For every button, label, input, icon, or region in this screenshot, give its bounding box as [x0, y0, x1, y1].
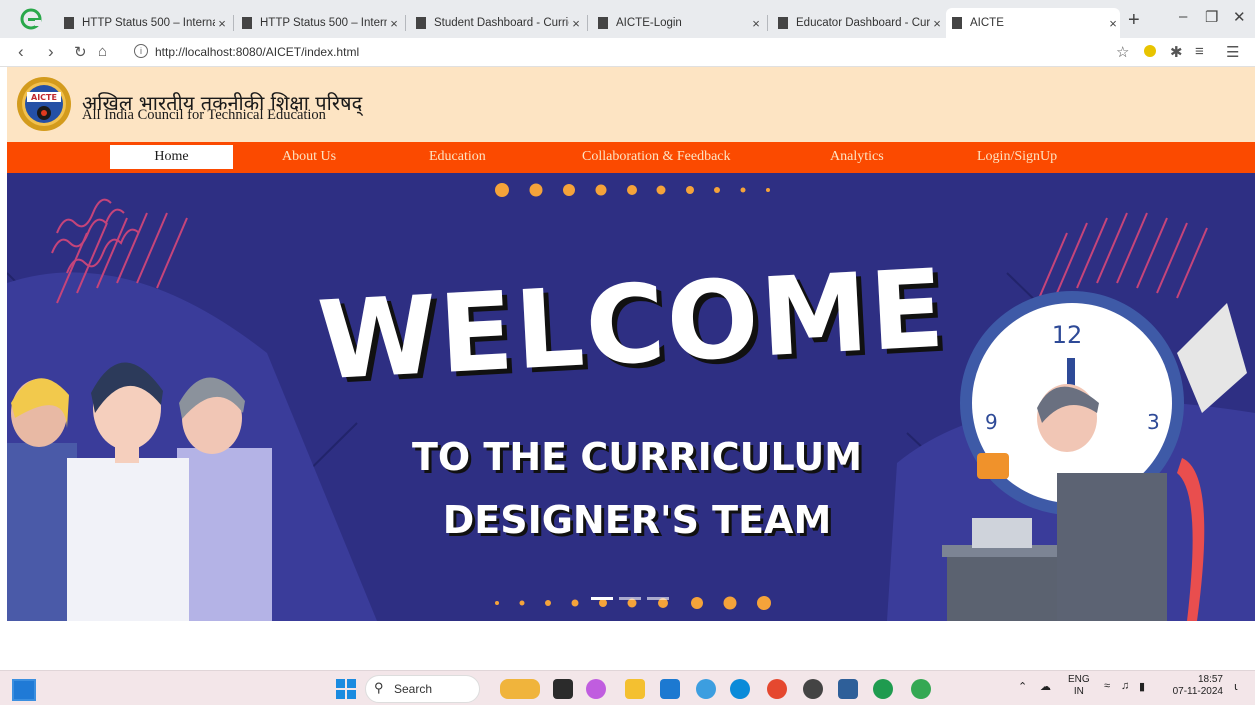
carousel-indicator-1	[591, 597, 613, 600]
close-tab-icon[interactable]: ×	[1106, 16, 1120, 31]
browser-tab-5[interactable]: Educator Dashboard - Curri ×	[772, 8, 944, 38]
volume-icon[interactable]: ♫	[1121, 680, 1129, 692]
document-icon	[64, 17, 74, 29]
site-header: AICTE अखिल भारतीय तकनीकी शिक्षा परिषद् A…	[7, 67, 1255, 142]
document-icon	[598, 17, 608, 29]
start-icon[interactable]	[336, 679, 356, 699]
taskbar-app-weather[interactable]	[500, 679, 540, 699]
nav-education[interactable]: Education	[429, 149, 486, 165]
nav-login-signup[interactable]: Login/SignUp	[977, 149, 1057, 165]
site-title-english: All India Council for Technical Educatio…	[82, 107, 326, 123]
app-icon-1[interactable]	[696, 679, 716, 699]
banner-illustration: 12 9 3	[7, 183, 1255, 621]
nav-about-us[interactable]: About Us	[282, 149, 336, 165]
edge-browser-icon[interactable]	[20, 8, 42, 30]
site-info-icon[interactable]: i	[134, 44, 148, 58]
taskbar-search[interactable]: ⚲ Search	[365, 675, 480, 703]
close-tab-icon[interactable]: ×	[930, 16, 944, 31]
welcome-banner: 12 9 3 WELCOME TO THE CURRICULUM DESIGNE…	[7, 173, 1255, 621]
browser-tab-2[interactable]: HTTP Status 500 – Internal S ×	[236, 8, 406, 38]
windows-taskbar: ⚲ Search ⌃ ☁ ENG IN ≈ ♫ ▮ 18:57 07-11-20…	[0, 670, 1255, 705]
show-hidden-icons[interactable]: ⌃	[1018, 680, 1027, 693]
coffee-cup	[977, 453, 1009, 479]
new-tab-button[interactable]: +	[1128, 9, 1140, 32]
aicte-logo[interactable]: AICTE	[15, 75, 73, 133]
store-icon[interactable]	[660, 679, 680, 699]
close-tab-icon[interactable]: ×	[387, 16, 401, 31]
nav-home[interactable]: Home	[110, 145, 233, 169]
app-icon-3[interactable]	[803, 679, 823, 699]
copilot-icon[interactable]	[586, 679, 606, 699]
nav-analytics[interactable]: Analytics	[830, 149, 884, 165]
task-view-icon[interactable]	[553, 679, 573, 699]
document-icon	[242, 17, 252, 29]
carousel-indicator-3	[647, 597, 669, 600]
tab-separator	[233, 15, 234, 31]
tab-separator	[405, 15, 406, 31]
ie-browser-icon[interactable]	[873, 679, 893, 699]
widgets-icon[interactable]	[12, 679, 36, 701]
address-bar: ‹ › ↻ ⌂ i http://localhost:8080/AICET/in…	[0, 38, 1255, 67]
clock[interactable]: 18:57 07-11-2024	[1165, 674, 1223, 698]
close-tab-icon[interactable]: ×	[569, 16, 583, 31]
file-explorer-icon[interactable]	[625, 679, 645, 699]
wifi-icon[interactable]: ≈	[1104, 680, 1110, 692]
language-indicator[interactable]: ENG IN	[1068, 674, 1090, 698]
document-icon	[416, 17, 426, 29]
notification-bell-icon[interactable]: ⍳	[1234, 680, 1238, 693]
extensions-puzzle-icon[interactable]: ✱	[1170, 43, 1183, 61]
edge-icon[interactable]	[730, 679, 750, 699]
app-icon-4[interactable]	[838, 679, 858, 699]
url-field[interactable]: http://localhost:8080/AICET/index.html	[155, 45, 359, 59]
browser-tab-active[interactable]: AICTE ×	[946, 8, 1120, 38]
forward-icon[interactable]: ›	[48, 42, 54, 62]
network-icon[interactable]: ☁	[1040, 680, 1051, 693]
clock-number-9: 9	[985, 410, 998, 434]
browser-tab-1[interactable]: HTTP Status 500 – Internal S ×	[58, 8, 234, 38]
menu-icon[interactable]: ☰	[1226, 43, 1239, 61]
close-window-icon[interactable]: ✕	[1233, 8, 1246, 26]
reload-icon[interactable]: ↻	[74, 43, 87, 61]
close-tab-icon[interactable]: ×	[215, 16, 229, 31]
carousel-indicator-2	[619, 597, 641, 600]
logo-text: AICTE	[31, 93, 57, 102]
battery-icon[interactable]: ▮	[1139, 680, 1145, 693]
back-icon[interactable]: ‹	[18, 42, 24, 62]
browser-tab-strip: HTTP Status 500 – Internal S × HTTP Stat…	[0, 0, 1255, 38]
extension-icon[interactable]	[1144, 45, 1156, 57]
browser-tab-3[interactable]: Student Dashboard - Curric ×	[410, 8, 588, 38]
app-icon-2[interactable]	[767, 679, 787, 699]
minimize-icon[interactable]: –	[1179, 8, 1187, 25]
banner-subline-2: DESIGNER'S TEAM	[442, 498, 832, 542]
chrome-icon[interactable]	[911, 679, 931, 699]
document-icon	[952, 17, 962, 29]
tab-separator	[587, 15, 588, 31]
carousel-indicators	[591, 597, 669, 600]
main-nav: Home About Us Education Collaboration & …	[7, 142, 1255, 173]
browser-tab-4[interactable]: AICTE-Login ×	[592, 8, 768, 38]
home-icon[interactable]: ⌂	[98, 43, 107, 60]
people-illustration	[7, 362, 272, 621]
reading-list-icon[interactable]: ≡	[1195, 43, 1204, 60]
document-icon	[778, 17, 788, 29]
restore-icon[interactable]: ❐	[1205, 8, 1218, 26]
tab-separator	[767, 15, 768, 31]
search-icon: ⚲	[374, 680, 384, 695]
banner-subline-1: TO THE CURRICULUM	[411, 435, 863, 479]
clock-number-3: 3	[1147, 410, 1160, 434]
clock-number-12: 12	[1052, 321, 1083, 349]
nav-collaboration-feedback[interactable]: Collaboration & Feedback	[582, 149, 731, 165]
favorite-star-icon[interactable]: ☆	[1116, 43, 1129, 61]
close-tab-icon[interactable]: ×	[749, 16, 763, 31]
